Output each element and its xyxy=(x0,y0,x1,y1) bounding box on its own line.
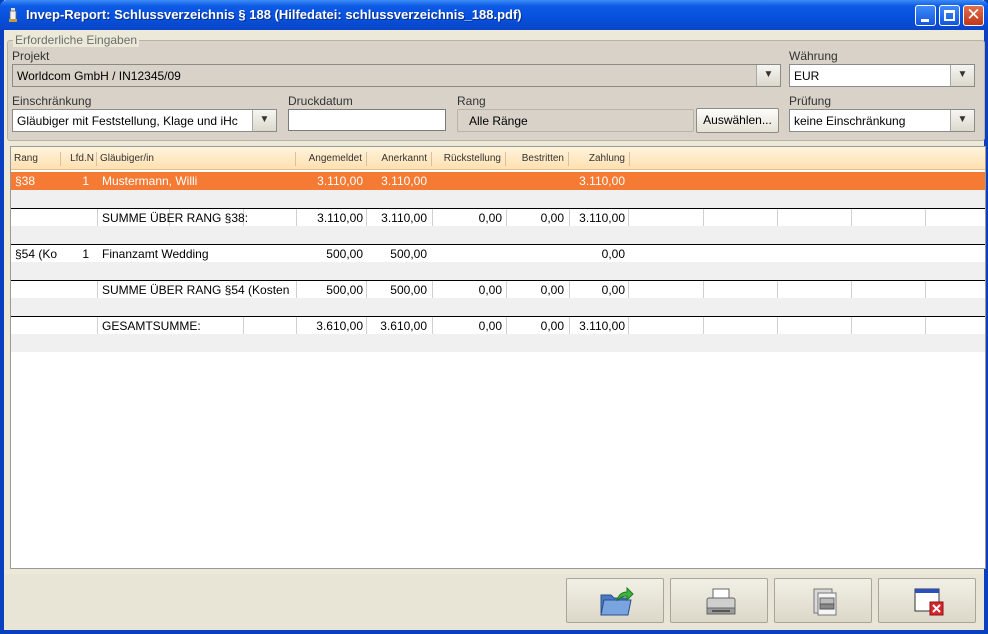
col-header-angemeldet[interactable]: Angemeldet xyxy=(298,152,367,166)
table-header: Rang Lfd.N Gläubiger/in Angemeldet Anerk… xyxy=(11,147,985,170)
cell-lfd: 1 xyxy=(82,247,89,261)
cell-angemeldet: 3.110,00 xyxy=(317,211,363,225)
close-window-icon xyxy=(914,588,944,616)
table-row[interactable]: SUMME ÜBER RANG §54 (Kosten 500,00 500,0… xyxy=(11,280,985,298)
cell-zahlung: 3.110,00 xyxy=(579,319,625,333)
table-row-empty[interactable] xyxy=(11,226,985,244)
pruefung-combo[interactable]: keine Einschränkung ▼ xyxy=(789,109,975,132)
maximize-icon xyxy=(944,10,955,21)
print-button[interactable] xyxy=(670,578,768,623)
col-header-rang[interactable]: Rang xyxy=(14,152,61,166)
table-row-empty[interactable] xyxy=(11,262,985,280)
chevron-down-icon[interactable]: ▼ xyxy=(950,65,974,86)
export-button[interactable] xyxy=(566,578,664,623)
cell-bestritten: 0,00 xyxy=(540,319,564,333)
print-preview-button[interactable] xyxy=(774,578,872,623)
window-title: Invep-Report: Schlussverzeichnis § 188 (… xyxy=(26,7,522,22)
cell-zahlung: 3.110,00 xyxy=(579,211,625,225)
chevron-down-icon[interactable]: ▼ xyxy=(252,110,276,131)
projekt-value: Worldcom GmbH / IN12345/09 xyxy=(17,69,181,83)
col-header-bestritten[interactable]: Bestritten xyxy=(508,152,569,166)
cell-anerkannt: 3.110,00 xyxy=(381,211,427,225)
maximize-button[interactable] xyxy=(939,5,960,26)
rang-value: Alle Ränge xyxy=(469,114,528,128)
table-row[interactable]: §54 (Ko 1 Finanzamt Wedding 500,00 500,0… xyxy=(11,244,985,262)
close-button[interactable]: ✕ xyxy=(963,5,984,26)
cell-glaeubiger: Finanzamt Wedding xyxy=(102,247,209,261)
group-title: Erforderliche Eingaben xyxy=(13,33,140,47)
cell-anerkannt: 3.110,00 xyxy=(381,174,427,188)
report-table[interactable]: Rang Lfd.N Gläubiger/in Angemeldet Anerk… xyxy=(10,146,986,569)
cell-glaeubiger: SUMME ÜBER RANG §38: xyxy=(102,211,249,225)
cell-bestritten: 0,00 xyxy=(540,211,564,225)
pruefung-label: Prüfung xyxy=(789,94,832,108)
minimize-button[interactable] xyxy=(915,5,936,26)
cell-rueckstellung: 0,00 xyxy=(478,319,502,333)
cell-angemeldet: 3.610,00 xyxy=(316,319,363,333)
einschraenkung-label: Einschränkung xyxy=(12,94,92,108)
title-bar[interactable]: Invep-Report: Schlussverzeichnis § 188 (… xyxy=(0,0,988,30)
cell-zahlung: 0,00 xyxy=(601,283,625,297)
cell-angemeldet: 500,00 xyxy=(326,283,363,297)
druckdatum-input[interactable] xyxy=(288,109,446,131)
col-header-anerkannt[interactable]: Anerkannt xyxy=(369,152,432,166)
waehrung-value: EUR xyxy=(794,69,820,83)
close-icon: ✕ xyxy=(966,5,981,25)
cell-anerkannt: 500,00 xyxy=(390,283,427,297)
print-icon xyxy=(706,588,736,615)
print-preview-icon xyxy=(813,588,837,616)
col-header-zahlung[interactable]: Zahlung xyxy=(571,152,630,166)
col-header-rueckstellung[interactable]: Rückstellung xyxy=(434,152,506,166)
pruefung-value: keine Einschränkung xyxy=(794,114,906,128)
chevron-down-icon[interactable]: ▼ xyxy=(950,110,974,131)
cell-rueckstellung: 0,00 xyxy=(478,283,502,297)
report-window: Invep-Report: Schlussverzeichnis § 188 (… xyxy=(0,0,988,634)
table-row[interactable]: SUMME ÜBER RANG §38: 3.110,00 3.110,00 0… xyxy=(11,208,985,226)
cell-glaeubiger: GESAMTSUMME: xyxy=(102,319,201,333)
waehrung-combo[interactable]: EUR ▼ xyxy=(789,64,975,87)
col-header-glaeubiger[interactable]: Gläubiger/in xyxy=(100,152,296,166)
chevron-down-icon[interactable]: ▼ xyxy=(756,65,780,86)
table-row-empty[interactable] xyxy=(11,190,985,208)
einschraenkung-combo[interactable]: Gläubiger mit Feststellung, Klage und iH… xyxy=(12,109,277,132)
cell-zahlung: 0,00 xyxy=(601,247,625,261)
table-row[interactable]: §38 1 Mustermann, Willi 3.110,00 3.110,0… xyxy=(11,172,985,190)
einschraenkung-value: Gläubiger mit Feststellung, Klage und iH… xyxy=(17,114,238,128)
cell-glaeubiger: SUMME ÜBER RANG §54 (Kosten xyxy=(102,283,290,297)
rang-label: Rang xyxy=(457,94,486,108)
close-window-button[interactable] xyxy=(878,578,976,623)
table-row-empty[interactable] xyxy=(11,334,985,352)
table-row-empty[interactable] xyxy=(11,298,985,316)
minimize-icon xyxy=(921,19,929,22)
cell-bestritten: 0,00 xyxy=(540,283,564,297)
cell-angemeldet: 3.110,00 xyxy=(317,174,363,188)
cell-rang: §54 (Ko xyxy=(15,247,58,261)
app-icon xyxy=(9,8,17,22)
cell-rang: §38 xyxy=(15,174,36,188)
druckdatum-label: Druckdatum xyxy=(288,94,353,108)
rang-field: Alle Ränge xyxy=(457,109,694,132)
cell-angemeldet: 500,00 xyxy=(326,247,363,261)
cell-anerkannt: 500,00 xyxy=(390,247,427,261)
cell-lfd: 1 xyxy=(82,174,89,188)
col-header-lfd[interactable]: Lfd.N xyxy=(63,152,97,166)
auswaehlen-button[interactable]: Auswählen... xyxy=(696,108,779,133)
projekt-label: Projekt xyxy=(12,49,50,63)
table-row[interactable]: GESAMTSUMME: 3.610,00 3.610,00 0,00 0,00… xyxy=(11,316,985,334)
projekt-combo[interactable]: Worldcom GmbH / IN12345/09 ▼ xyxy=(12,64,781,87)
export-icon xyxy=(600,587,634,616)
button-bar xyxy=(4,574,984,630)
cell-anerkannt: 3.610,00 xyxy=(380,319,427,333)
waehrung-label: Währung xyxy=(789,49,838,63)
cell-zahlung: 3.110,00 xyxy=(579,174,625,188)
cell-rueckstellung: 0,00 xyxy=(478,211,502,225)
cell-glaeubiger: Mustermann, Willi xyxy=(102,174,198,188)
